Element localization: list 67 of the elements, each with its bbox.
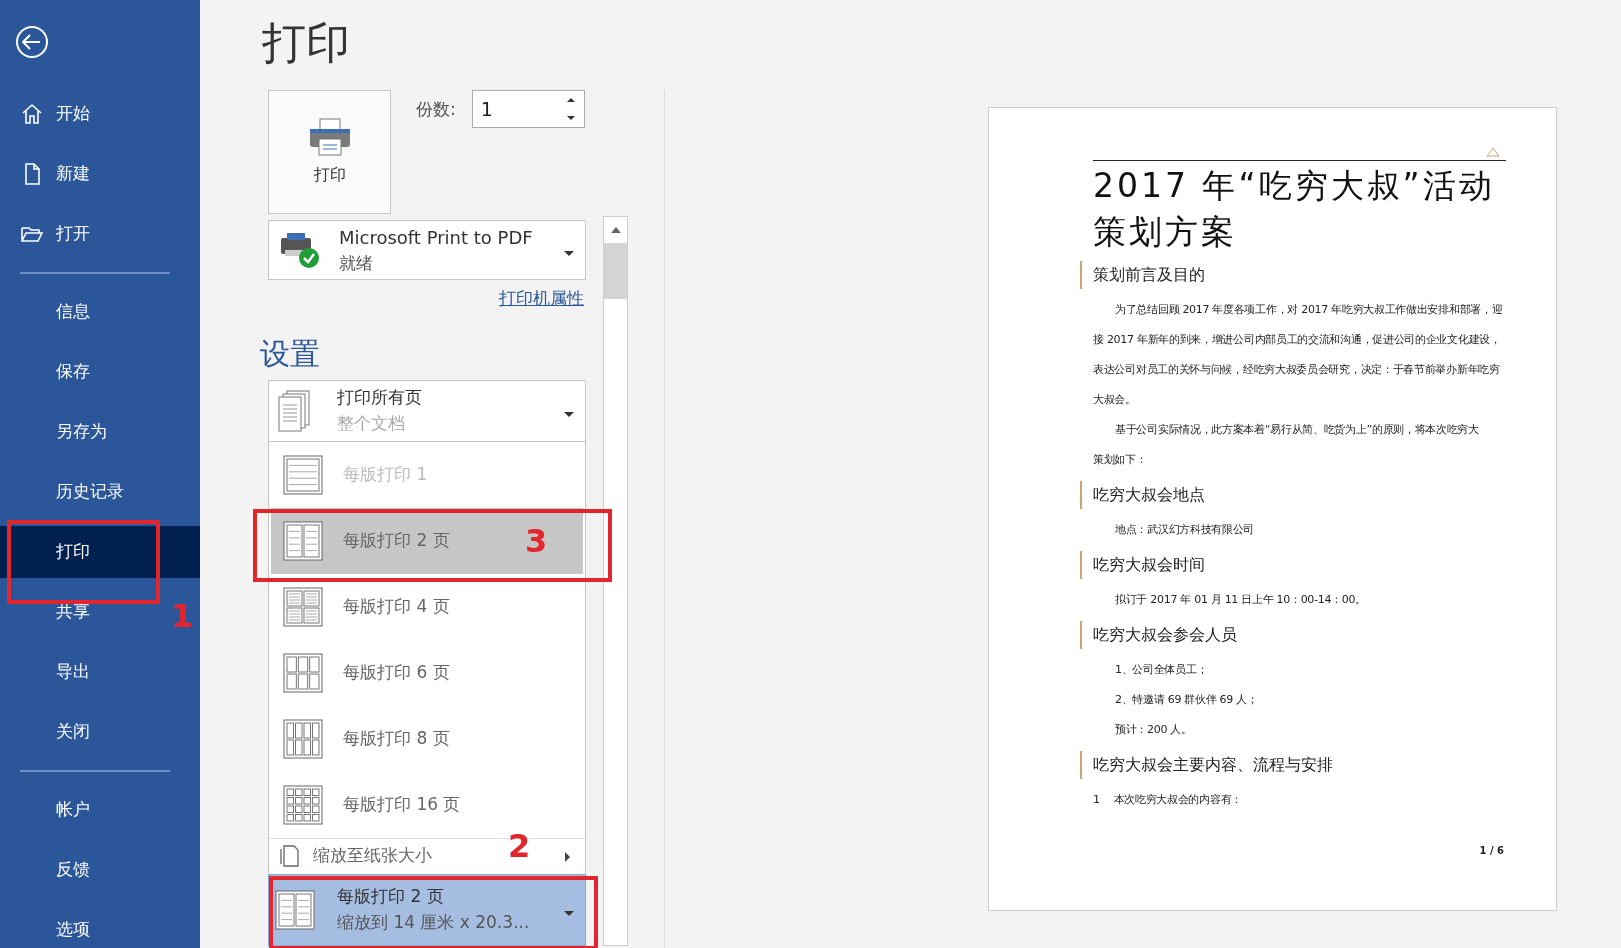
document-paragraph: 为了总结回顾 2017 年度各项工作，对 2017 年吃穷大叔工作做出安排和部署，迎接 2017 年新年的到来，增进公司内部员工的交流和沟通，促进公司的企业文化建设，表达公司对员工的关怀与问候，经吃穷大叔委员会研究，决定：于春节前举办新年吃穷大叔会。 (1093, 302, 1504, 408)
scrollbar-thumb[interactable] (604, 243, 627, 299)
paper-icon (279, 844, 299, 868)
print-button[interactable]: 打印 (268, 90, 391, 214)
pages-icon (277, 388, 311, 433)
sidebar-item[interactable]: 开始 (0, 84, 165, 144)
layout-menu-item[interactable]: 每版打印 4 页 (269, 573, 585, 640)
page-title: 打印 (262, 16, 351, 70)
sidebar-item[interactable]: 另存为 (0, 402, 165, 462)
copies-label: 份数: (416, 98, 456, 121)
document-paragraph: 基于公司实际情况，此方案本着“易行从简、吃货为上”的原则，将本次吃穷大 (1114, 422, 1480, 438)
document-heading: 策划前言及目的 (1080, 261, 1506, 289)
document-line: 1 本次吃穷大叔会的内容有： (1093, 792, 1243, 808)
annotation-number: 2 (508, 830, 531, 862)
document-paragraph: 2、特邀请 69 群伙伴 69 人； (1114, 692, 1259, 708)
sidebar-item[interactable]: 保存 (0, 342, 165, 402)
pages-per-sheet-icon (283, 454, 323, 495)
printer-icon (307, 117, 352, 157)
pages-per-sheet-icon (283, 718, 323, 759)
pages-per-sheet-icon (283, 520, 323, 561)
document-line: 策划如下： (1093, 452, 1148, 468)
document-heading: 吃穷大叔会时间 (1080, 551, 1506, 579)
sidebar-item[interactable]: 关闭 (0, 702, 165, 762)
home-icon (20, 102, 44, 126)
sidebar-item[interactable]: 打开 (0, 204, 165, 264)
layout-menu-item[interactable]: 每版打印 8 页 (269, 705, 585, 772)
document-heading: 吃穷大叔会主要内容、流程与安排 (1080, 751, 1506, 779)
document-heading: 吃穷大叔会参会人员 (1080, 621, 1506, 649)
pages-per-sheet-icon (275, 889, 315, 930)
caret-icon (563, 250, 575, 257)
sidebar-item[interactable]: 反馈 (0, 840, 165, 900)
pages-per-sheet-icon (283, 784, 323, 825)
submenu-arrow-icon (564, 850, 571, 863)
sidebar-item[interactable]: 新建 (0, 144, 165, 204)
pages-dropdown[interactable]: 打印所有页 整个文档 (268, 379, 586, 442)
sidebar-item[interactable]: 导出 (0, 642, 165, 702)
scale-menu-item[interactable]: 缩放至纸张大小 (313, 843, 432, 869)
caret-icon (563, 909, 575, 917)
document-title: 2017 年“吃穷大叔”活动 (1093, 165, 1496, 207)
document-paragraph: 1、公司全体员工； (1114, 662, 1209, 678)
sidebar-item[interactable]: 帐户 (0, 780, 165, 840)
annotation-number: 3 (525, 525, 548, 557)
sidebar-item[interactable]: 信息 (0, 282, 165, 342)
page-number: 1 / 6 (1479, 844, 1504, 858)
spin-arrows-icon (565, 96, 576, 122)
document-title: 策划方案 (1093, 211, 1238, 253)
caret-icon (563, 410, 575, 418)
scrollbar[interactable] (603, 216, 628, 946)
layout-dropdown[interactable]: 每版打印 2 页 缩放到 14 厘米 x 20.3... (268, 873, 586, 946)
layout-menu-item[interactable]: 每版打印 6 页 (269, 639, 585, 706)
document-paragraph: 预计：200 人。 (1114, 722, 1193, 738)
document-heading: 吃穷大叔会地点 (1080, 481, 1506, 509)
sidebar-item[interactable]: 打印 (0, 526, 200, 578)
scroll-up-icon (609, 226, 622, 234)
printer-dropdown[interactable]: Microsoft Print to PDF 就绪 (268, 220, 586, 280)
printer-properties-link[interactable]: 打印机属性 (499, 286, 584, 312)
pages-per-sheet-icon (283, 586, 323, 627)
document-paragraph: 地点：武汉幻方科技有限公司 (1114, 522, 1256, 538)
annotation-number: 1 (171, 600, 194, 632)
sidebar-item[interactable]: 选项 (0, 900, 165, 948)
ornament-icon (1486, 146, 1500, 158)
back-icon[interactable] (14, 24, 50, 60)
document-paragraph: 拟订于 2017 年 01 月 11 日上午 10：00-14：00。 (1114, 592, 1367, 608)
settings-heading: 设置 (260, 335, 321, 372)
copies-spinner[interactable]: 1 (471, 90, 585, 128)
sidebar-item[interactable]: 历史记录 (0, 462, 165, 522)
pages-per-sheet-icon (283, 652, 323, 693)
